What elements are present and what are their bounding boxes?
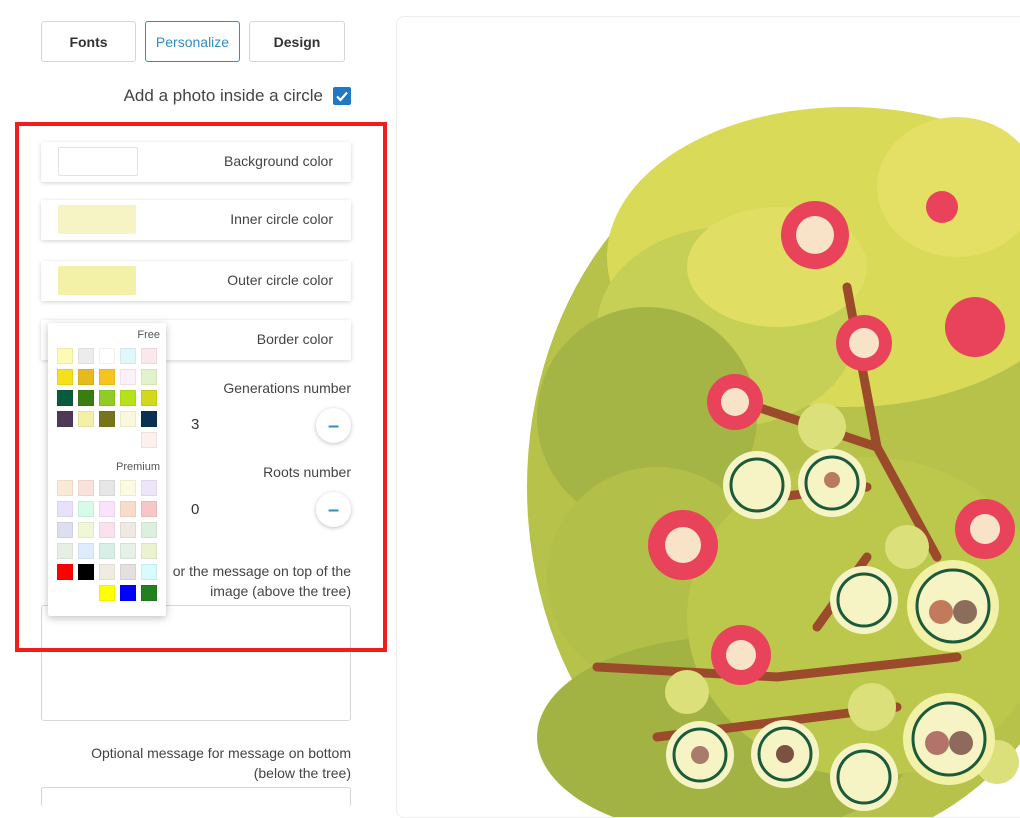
free-swatch[interactable] (120, 390, 136, 406)
tab-bar: Fonts Personalize Design (41, 21, 345, 62)
free-swatch[interactable] (57, 411, 73, 427)
top-message-textarea[interactable] (41, 605, 351, 721)
premium-swatch[interactable] (120, 501, 136, 517)
free-swatch[interactable] (78, 390, 94, 406)
premium-swatch[interactable] (99, 564, 115, 580)
photo-option-row: Add a photo inside a circle (124, 86, 351, 106)
premium-swatch[interactable] (78, 564, 94, 580)
background-color-row[interactable]: Background color (41, 142, 351, 182)
color-picker-popup: Free Premium (48, 323, 166, 616)
premium-swatch[interactable] (99, 585, 115, 601)
photo-option-checkbox[interactable] (333, 87, 351, 105)
free-swatch[interactable] (120, 369, 136, 385)
premium-swatch[interactable] (78, 480, 94, 496)
bottom-message-textarea[interactable] (41, 787, 351, 807)
outer-circle-color-swatch[interactable] (58, 266, 136, 295)
free-swatch[interactable] (78, 369, 94, 385)
checkmark-icon (336, 91, 348, 102)
free-swatch[interactable] (141, 390, 157, 406)
premium-swatch[interactable] (99, 543, 115, 559)
free-swatch[interactable] (120, 411, 136, 427)
premium-swatch[interactable] (120, 564, 136, 580)
premium-swatch[interactable] (99, 501, 115, 517)
premium-swatch[interactable] (57, 501, 73, 517)
free-swatch[interactable] (57, 348, 73, 364)
premium-swatch[interactable] (78, 522, 94, 538)
minus-icon: – (327, 414, 340, 437)
premium-swatch[interactable] (120, 543, 136, 559)
premium-swatch[interactable] (57, 480, 73, 496)
background-color-label: Background color (224, 153, 333, 169)
free-swatch[interactable] (120, 348, 136, 364)
bottom-message-label-line2: (below the tree) (253, 765, 351, 781)
outer-circle-color-row[interactable]: Outer circle color (41, 261, 351, 301)
tab-personalize[interactable]: Personalize (145, 21, 240, 62)
tree-preview (396, 16, 1020, 818)
free-swatch[interactable] (78, 348, 94, 364)
border-color-label: Border color (256, 331, 333, 347)
premium-swatch[interactable] (120, 585, 136, 601)
roots-value: 0 (191, 501, 200, 518)
premium-swatch[interactable] (141, 585, 157, 601)
premium-swatch[interactable] (57, 564, 73, 580)
premium-swatch[interactable] (141, 522, 157, 538)
tab-fonts[interactable]: Fonts (41, 21, 136, 62)
tab-design[interactable]: Design (249, 21, 345, 62)
generations-label: Generations number (223, 380, 351, 396)
roots-label: Roots number (263, 464, 351, 480)
premium-color-grid (57, 480, 157, 601)
premium-colors-title: Premium (115, 461, 160, 473)
premium-swatch[interactable] (99, 480, 115, 496)
premium-swatch[interactable] (141, 501, 157, 517)
premium-swatch[interactable] (57, 522, 73, 538)
premium-swatch[interactable] (78, 543, 94, 559)
free-swatch[interactable] (141, 411, 157, 427)
premium-swatch[interactable] (141, 543, 157, 559)
outer-circle-color-label: Outer circle color (227, 272, 333, 288)
premium-swatch[interactable] (120, 480, 136, 496)
free-swatch[interactable] (57, 390, 73, 406)
top-message-label: or the message on top of the image (abov… (173, 561, 351, 601)
bottom-message-label: Optional message for message on bottom (… (91, 743, 351, 783)
generations-decrease-button[interactable]: – (316, 408, 351, 443)
free-color-grid (57, 348, 157, 448)
minus-icon: – (327, 498, 340, 521)
premium-swatch[interactable] (57, 543, 73, 559)
premium-swatch[interactable] (78, 501, 94, 517)
premium-swatch[interactable] (99, 522, 115, 538)
top-message-label-line2: image (above the tree) (210, 583, 351, 599)
inner-circle-color-swatch[interactable] (58, 205, 136, 234)
inner-circle-color-row[interactable]: Inner circle color (41, 200, 351, 240)
background-color-swatch[interactable] (58, 147, 138, 176)
roots-decrease-button[interactable]: – (316, 492, 351, 527)
family-tree-illustration (527, 107, 1020, 817)
free-swatch[interactable] (99, 369, 115, 385)
free-swatch[interactable] (99, 411, 115, 427)
bottom-message-label-line1: Optional message for message on bottom (91, 745, 351, 761)
top-message-label-line1: or the message on top of the (172, 563, 351, 579)
free-swatch[interactable] (78, 411, 94, 427)
premium-swatch[interactable] (120, 522, 136, 538)
photo-option-label: Add a photo inside a circle (123, 86, 323, 105)
free-swatch[interactable] (141, 369, 157, 385)
free-swatch[interactable] (141, 348, 157, 364)
free-swatch[interactable] (99, 348, 115, 364)
inner-circle-color-label: Inner circle color (230, 211, 333, 227)
free-swatch[interactable] (141, 432, 157, 448)
free-swatch[interactable] (57, 369, 73, 385)
free-colors-title: Free (137, 329, 160, 341)
free-swatch[interactable] (99, 390, 115, 406)
generations-value: 3 (191, 416, 200, 433)
premium-swatch[interactable] (141, 480, 157, 496)
premium-swatch[interactable] (141, 564, 157, 580)
